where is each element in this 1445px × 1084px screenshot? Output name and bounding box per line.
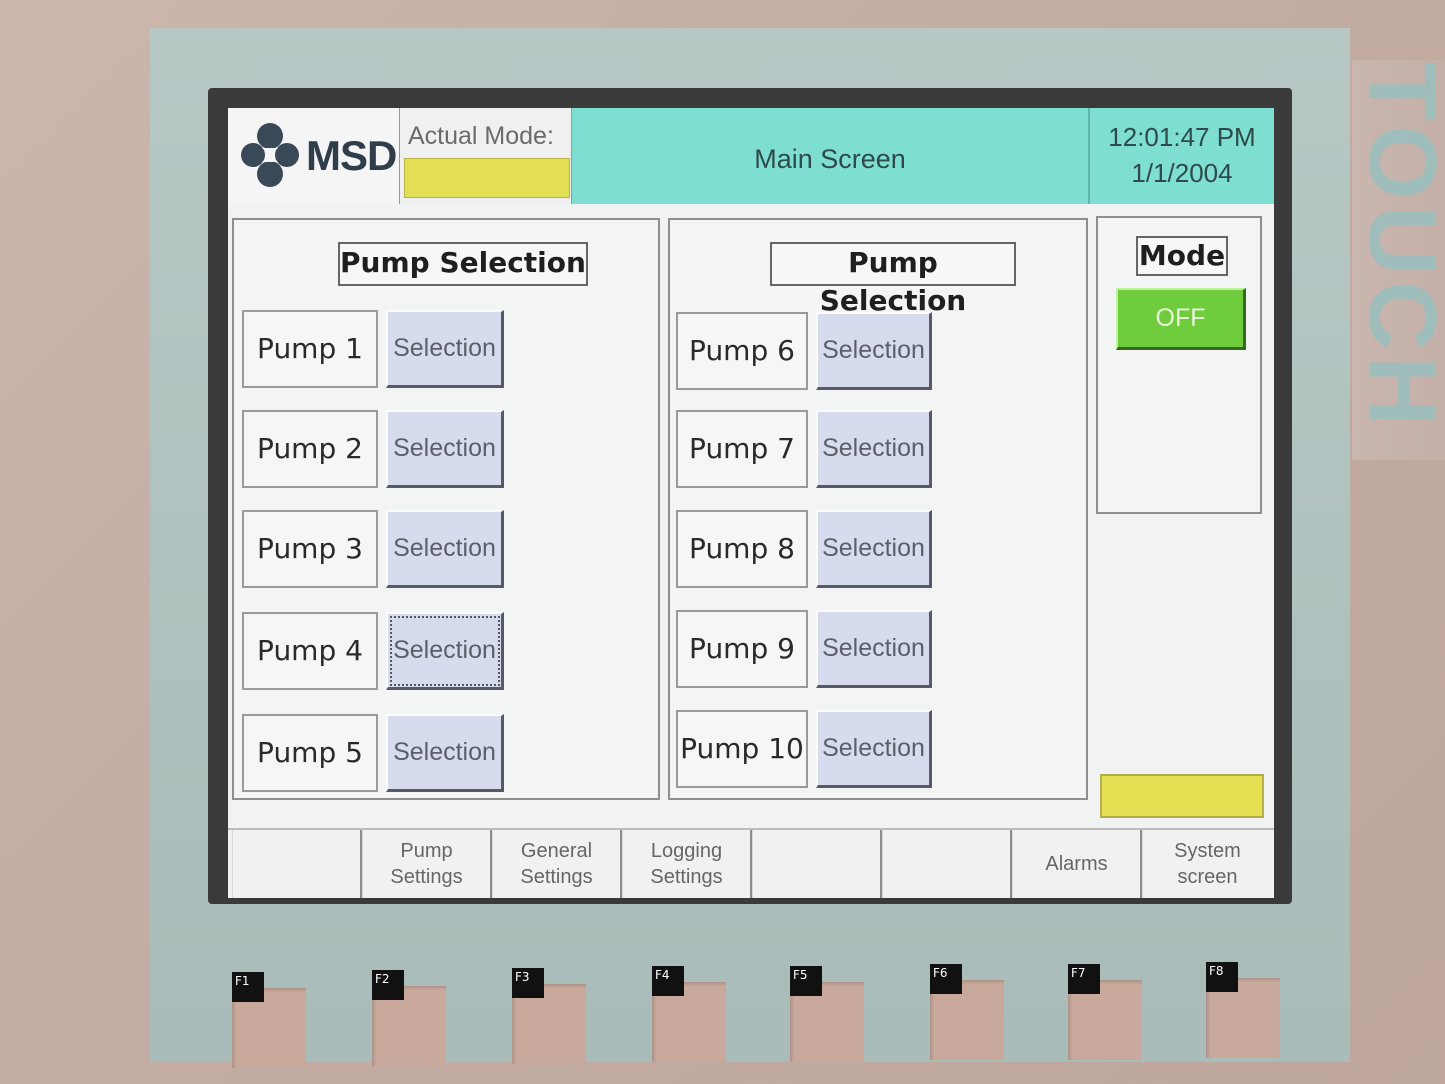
mode-off-button[interactable]: OFF [1116, 288, 1246, 350]
pump-9-label: Pump 9 [676, 610, 808, 688]
hardware-key-f2-label: F2 [372, 970, 404, 1000]
title-area: Main Screen [572, 108, 1090, 204]
right-pump-panel: Pump Selection Pump 6 Selection Pump 7 S… [668, 218, 1088, 800]
pump-1-label: Pump 1 [242, 310, 378, 388]
pump-8-selection-button[interactable]: Selection [816, 510, 932, 588]
pump-4-selection-button[interactable]: Selection [386, 612, 504, 690]
pump-6-label: Pump 6 [676, 312, 808, 390]
status-indicator-strip [1100, 774, 1264, 818]
pump-5-selection-button[interactable]: Selection [386, 714, 504, 792]
softkey-f5[interactable] [752, 830, 882, 898]
actual-mode-value [404, 158, 570, 198]
clock-date: 1/1/2004 [1131, 158, 1233, 188]
pump-3-label: Pump 3 [242, 510, 378, 588]
logo-text: MSD [306, 132, 397, 179]
hmi-screen: MSD Actual Mode: Main Screen 12:01:47 PM… [228, 108, 1274, 898]
pump-10-selection-button[interactable]: Selection [816, 710, 932, 788]
actual-mode-area: Actual Mode: [400, 108, 572, 204]
hardware-key-f1-label: F1 [232, 972, 264, 1002]
hardware-key-f8-label: F8 [1206, 962, 1238, 992]
right-panel-title: Pump Selection [770, 242, 1016, 317]
mode-panel-title: Mode [1136, 236, 1228, 276]
hardware-key-f6-label: F6 [930, 964, 962, 994]
pump-7-selection-button[interactable]: Selection [816, 410, 932, 488]
pump-6-selection-button[interactable]: Selection [816, 312, 932, 390]
brand-vertical-text: TOUCH [1349, 62, 1445, 432]
left-pump-panel: Pump Selection Pump 1 Selection Pump 2 S… [232, 218, 660, 800]
pump-1-selection-button[interactable]: Selection [386, 310, 504, 388]
function-key-bar: Pump Settings General Settings Logging S… [228, 828, 1274, 898]
pump-5-label: Pump 5 [242, 714, 378, 792]
hardware-key-f4-label: F4 [652, 966, 684, 996]
pump-10-label: Pump 10 [676, 710, 808, 788]
softkey-general-settings[interactable]: General Settings [492, 830, 622, 898]
left-panel-title: Pump Selection [338, 242, 588, 286]
hardware-key-f5-label: F5 [790, 966, 822, 996]
softkey-f1[interactable] [232, 830, 362, 898]
actual-mode-label: Actual Mode: [408, 122, 554, 150]
hardware-key-f3-label: F3 [512, 968, 544, 998]
pump-9-selection-button[interactable]: Selection [816, 610, 932, 688]
pump-2-selection-button[interactable]: Selection [386, 410, 504, 488]
clock-time: 12:01:47 PM [1108, 122, 1256, 152]
softkey-logging-settings[interactable]: Logging Settings [622, 830, 752, 898]
mode-panel: Mode OFF [1096, 216, 1262, 514]
pump-4-label: Pump 4 [242, 612, 378, 690]
pump-8-label: Pump 8 [676, 510, 808, 588]
pump-3-selection-button[interactable]: Selection [386, 510, 504, 588]
page-title: Main Screen [754, 144, 906, 174]
softkey-system-screen[interactable]: System screen [1142, 830, 1272, 898]
pump-7-label: Pump 7 [676, 410, 808, 488]
logo-area: MSD [228, 108, 400, 204]
msd-logo-icon [241, 123, 299, 187]
softkey-alarms[interactable]: Alarms [1012, 830, 1142, 898]
clock-area: 12:01:47 PM 1/1/2004 [1090, 108, 1274, 204]
hardware-key-f7-label: F7 [1068, 964, 1100, 994]
softkey-f6[interactable] [882, 830, 1012, 898]
pump-2-label: Pump 2 [242, 410, 378, 488]
softkey-pump-settings[interactable]: Pump Settings [362, 830, 492, 898]
